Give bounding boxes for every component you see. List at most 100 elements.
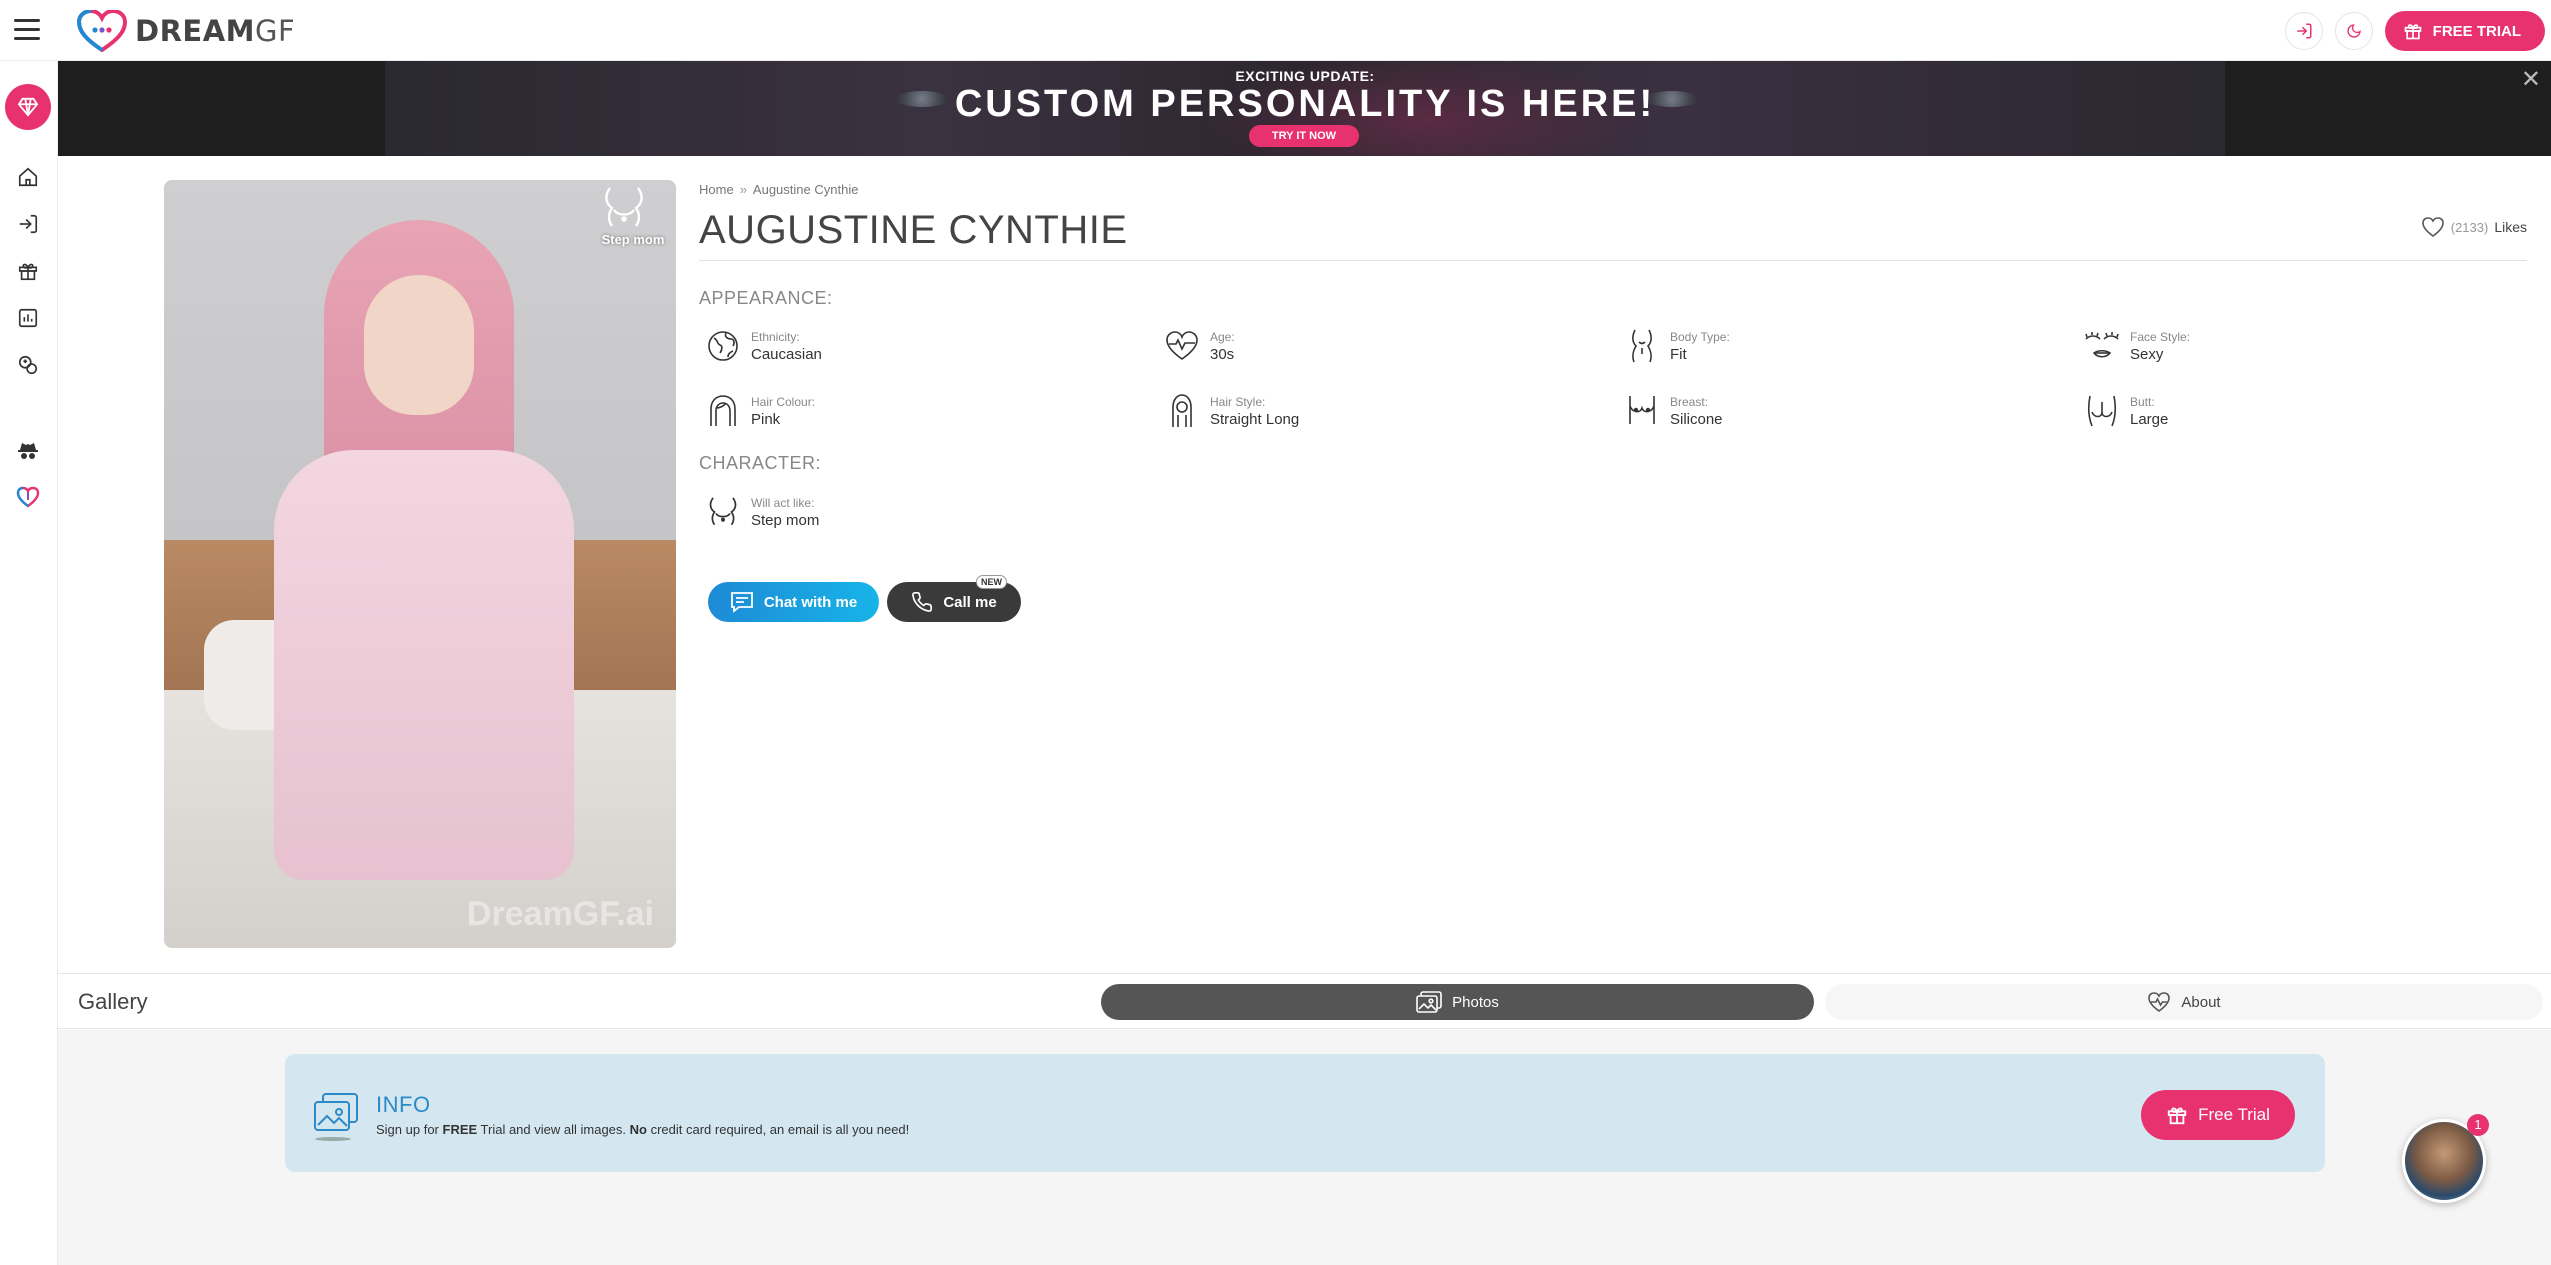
character-heading: CHARACTER: (699, 453, 822, 473)
role-badge-label: Step mom (601, 232, 665, 247)
promo-banner[interactable]: EXCITING UPDATE: CUSTOM PERSONALITY IS H… (385, 61, 2225, 156)
attr-value: 30s (1210, 345, 1235, 363)
attr-hair-style: Hair Style: Straight Long (1164, 393, 1299, 429)
stepmom-icon (605, 187, 643, 227)
attr-will-act-like: Will act like: Step mom (705, 494, 819, 530)
attr-body-type: Body Type: Fit (1624, 328, 1730, 364)
tab-photos-label: Photos (1452, 993, 1499, 1011)
hairstyle-icon (1164, 393, 1200, 429)
breadcrumb-separator: » (739, 182, 747, 197)
info-free-trial-button[interactable]: Free Trial (2141, 1090, 2295, 1140)
generator-icon (18, 355, 38, 375)
gift-icon (18, 263, 38, 281)
call-me-label: Call me (943, 593, 997, 611)
heart-icon (16, 486, 40, 508)
anonymous-icon (18, 443, 38, 459)
banner-close-icon[interactable]: ✕ (2521, 68, 2541, 92)
gallery-content: INFO Sign up for FREE Trial and view all… (58, 1030, 2551, 1265)
breast-icon (1624, 393, 1660, 429)
attr-hair-colour: Hair Colour: Pink (705, 393, 815, 429)
attr-label: Body Type: (1670, 329, 1730, 344)
attr-ethnicity: Ethnicity: Caucasian (705, 328, 822, 364)
dark-mode-toggle[interactable] (2334, 12, 2373, 50)
profile-name: AUGUSTINE CYNTHIE (699, 208, 1128, 252)
breadcrumb-current: Augustine Cynthie (752, 182, 859, 197)
photo-face (364, 275, 474, 415)
info-free-trial-label: Free Trial (2198, 1105, 2270, 1124)
logo[interactable]: DREAMGF (77, 10, 295, 52)
sidebar-item-favorites[interactable] (15, 484, 41, 510)
breadcrumb-home[interactable]: Home (699, 182, 734, 197)
attr-label: Will act like: (751, 495, 815, 510)
attr-age: Age: 30s (1164, 328, 1235, 364)
attr-breast: Breast: Silicone (1624, 393, 1723, 429)
sidebar-item-login[interactable] (15, 211, 41, 237)
heart-pulse-icon (2148, 992, 2171, 1012)
profile-photo[interactable]: DreamGF.ai Step mom (164, 180, 676, 948)
top-bar: DREAMGF FREE TRIAL (0, 0, 2551, 61)
likes-label: Likes (2494, 219, 2527, 235)
role-badge: Step mom (600, 186, 666, 247)
tab-about[interactable]: About (1825, 984, 2543, 1020)
likes-button[interactable]: (2133) Likes (2421, 216, 2527, 238)
attr-label: Hair Style: (1210, 394, 1266, 409)
chat-with-me-button[interactable]: Chat with me (708, 582, 879, 622)
chat-notification-badge: 1 (2467, 1114, 2489, 1136)
free-trial-button[interactable]: FREE TRIAL (2384, 11, 2545, 51)
promo-banner-strip: EXCITING UPDATE: CUSTOM PERSONALITY IS H… (58, 61, 2551, 156)
gift-icon (2167, 1107, 2187, 1125)
attr-label: Butt: (2130, 394, 2155, 409)
butt-icon (2084, 393, 2120, 429)
attr-face-style: Face Style: Sexy (2084, 328, 2190, 364)
chat-with-me-label: Chat with me (763, 593, 858, 611)
photos-icon (1416, 991, 1442, 1013)
phone-icon (912, 592, 933, 612)
attr-butt: Butt: Large (2084, 393, 2168, 429)
hamburger-menu-icon[interactable] (14, 19, 40, 41)
info-text: Sign up for FREE Trial and view all imag… (376, 1122, 910, 1137)
title-divider (699, 260, 2527, 261)
attr-value: Straight Long (1210, 410, 1300, 428)
attr-value: Silicone (1670, 410, 1723, 428)
attr-value: Pink (751, 410, 781, 428)
login-button[interactable] (2284, 12, 2323, 50)
banner-title: CUSTOM PERSONALITY IS HERE! (954, 83, 1656, 125)
logo-text: DREAMGF (135, 14, 296, 48)
gallery-info-icon (313, 1092, 359, 1142)
call-me-button[interactable]: Call me NEW (887, 575, 1021, 622)
attr-label: Face Style: (2130, 329, 2191, 344)
left-sidebar (0, 62, 58, 1265)
chart-icon (18, 308, 38, 328)
attr-value: Large (2130, 410, 2169, 428)
attr-label: Breast: (1670, 394, 1709, 409)
banner-subtitle: EXCITING UPDATE: (1235, 68, 1375, 84)
info-box: INFO Sign up for FREE Trial and view all… (285, 1054, 2325, 1172)
diamond-icon (17, 97, 39, 117)
login-icon (19, 214, 38, 234)
moon-icon (2347, 24, 2361, 38)
sidebar-item-home[interactable] (15, 164, 41, 190)
sidebar-item-gift[interactable] (15, 258, 41, 284)
gallery-title: Gallery (78, 989, 148, 1014)
banner-try-button[interactable]: TRY IT NOW (1249, 125, 1359, 147)
sidebar-item-stats[interactable] (15, 305, 41, 331)
attr-value: Sexy (2130, 345, 2164, 363)
attr-label: Ethnicity: (751, 329, 800, 344)
breadcrumb: Home » Augustine Cynthie (699, 182, 858, 197)
tab-about-label: About (2181, 993, 2221, 1011)
likes-count: (2133) (2450, 219, 2489, 235)
attr-value: Caucasian (751, 345, 822, 363)
attr-label: Age: (1210, 329, 1235, 344)
photo-body (274, 450, 574, 880)
sidebar-item-anonymous[interactable] (15, 438, 41, 464)
globe-icon (705, 328, 741, 364)
appearance-heading: APPEARANCE: (699, 288, 833, 308)
info-title: INFO (376, 1092, 431, 1117)
sidebar-item-premium[interactable] (5, 84, 51, 130)
photo-watermark: DreamGF.ai (466, 895, 654, 933)
hair-icon (705, 393, 741, 429)
sidebar-item-generator[interactable] (15, 352, 41, 378)
body-icon (1624, 328, 1660, 364)
stepmom-icon (705, 494, 741, 530)
tab-photos[interactable]: Photos (1101, 984, 1814, 1020)
